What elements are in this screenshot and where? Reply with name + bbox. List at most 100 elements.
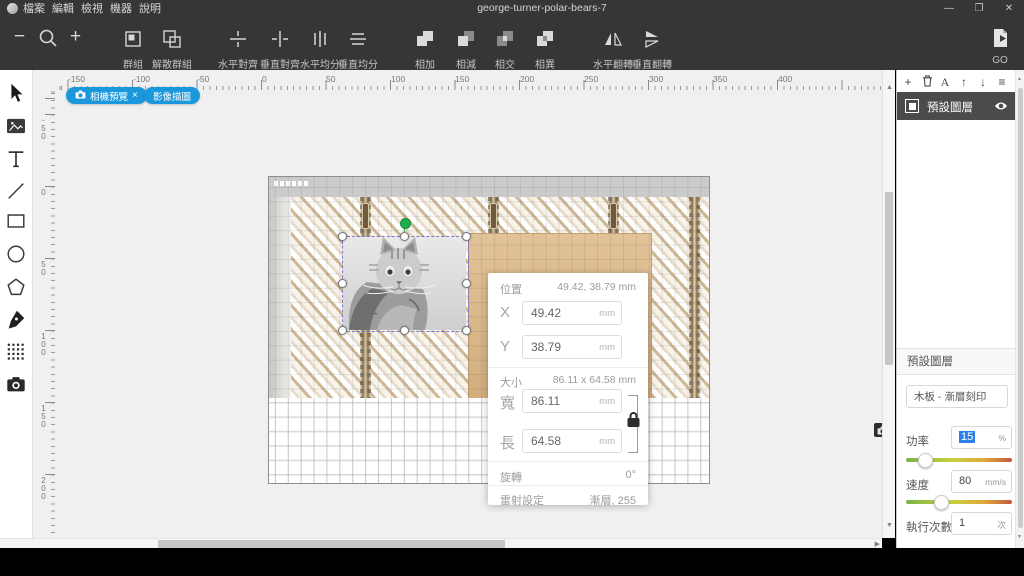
resize-handle-sw[interactable] [338,326,347,335]
power-value: 15 [959,431,975,443]
layer-menu-button[interactable]: ≡ [994,75,1010,89]
speed-input[interactable]: 80 mm/s [951,470,1012,493]
rename-layer-button[interactable]: A [937,75,953,90]
tab-close-icon[interactable]: × [132,90,138,101]
pen-tool[interactable] [5,308,27,330]
y-label: Y [500,338,510,355]
laser-config-value[interactable]: 漸層, 255 [590,492,636,508]
resize-handle-s[interactable] [400,326,409,335]
size-value: 86.11 x 64.58 mm [553,374,636,386]
speed-slider-thumb[interactable] [934,495,949,510]
menu-help[interactable]: 說明 [139,2,161,16]
tab-image-trace[interactable]: 影像描圖 [144,87,200,104]
go-button[interactable]: GO [972,27,1024,66]
vertical-ruler: -50 0 50 100 150 200 [38,90,55,538]
add-layer-button[interactable]: + [900,75,916,89]
zipper-pull [362,203,369,229]
width-input[interactable]: 86.11mm [522,389,622,413]
app-logo-icon[interactable] [7,3,18,14]
close-button[interactable]: ✕ [998,1,1020,17]
height-label: 長 [500,432,515,453]
move-layer-up-button[interactable]: ↑ [956,75,972,89]
horizontal-scroll-thumb[interactable] [158,540,505,548]
material-preset-dropdown[interactable]: 木板 - 漸層刻印 [906,385,1008,408]
ungroup-button[interactable]: 解散群組 [144,28,200,71]
zoom-magnifier-icon[interactable] [37,27,59,54]
panel-scrollbar[interactable]: ▲ ▼ [1015,70,1024,548]
layers-panel: + A ↑ ↓ ≡ 預設圖層 預設圖層 木板 - 漸層刻印 功率 15 % 速度… [896,70,1024,548]
align-vertical-icon [269,28,291,55]
resize-handle-nw[interactable] [338,232,347,241]
scroll-down-icon[interactable]: ▼ [886,522,893,529]
panel-scroll-down-icon[interactable]: ▼ [1017,534,1022,540]
power-input[interactable]: 15 % [951,426,1012,449]
vertical-scroll-thumb[interactable] [885,192,893,365]
titlebar: 檔案 編輯 檢視 機器 說明 george-turner-polar-bears… [0,0,1024,18]
scroll-up-icon[interactable]: ▲ [886,84,893,91]
ellipse-tool[interactable] [5,243,27,265]
flip-horizontal-icon [602,28,624,55]
main-toolbar: − + 縮放 群組 解散群組 水平對齊 垂直對齊 [0,18,1024,70]
minimize-button[interactable]: — [938,1,960,17]
power-slider[interactable] [906,458,1012,462]
maximize-button[interactable]: ❐ [968,1,990,17]
resize-handle-ne[interactable] [462,232,471,241]
rotation-value: 0° [625,469,636,481]
select-tool[interactable] [5,82,27,104]
repeat-input[interactable]: 1 次 [951,512,1012,535]
group-icon [122,28,144,55]
aspect-lock-icon[interactable] [626,411,641,431]
image-tool[interactable] [5,115,27,137]
zipper-strip [689,197,700,398]
y-input[interactable]: 38.79mm [522,335,622,359]
ungroup-icon [161,28,183,55]
resize-handle-w[interactable] [338,279,347,288]
resize-handle-n[interactable] [400,232,409,241]
bed-edge-strip [269,197,291,398]
speed-label: 速度 [906,477,929,493]
scroll-right-icon[interactable]: ▶ [875,540,880,548]
x-label: X [500,304,510,321]
flip-vertical-button[interactable]: 垂直翻轉 [624,28,680,71]
menu-edit[interactable]: 編輯 [52,2,74,16]
resize-handle-e[interactable] [462,279,471,288]
repeat-label: 執行次數 [906,519,952,535]
rotation-handle[interactable] [400,218,411,229]
panel-scroll-up-icon[interactable]: ▲ [1017,76,1022,82]
menu-machine[interactable]: 機器 [110,2,132,16]
laser-config-label: 雷射設定 [500,492,544,508]
delete-layer-button[interactable] [919,75,935,90]
layer-color-checkbox[interactable] [905,99,919,113]
panel-scroll-thumb[interactable] [1018,88,1023,528]
text-tool[interactable] [5,148,27,170]
speed-value: 80 [959,475,971,487]
zoom-in-button[interactable]: + [70,26,81,48]
rectangle-tool[interactable] [5,210,27,232]
size-label: 大小 [500,374,522,390]
canvas-vertical-scrollbar[interactable]: ▲ ▼ [882,70,895,538]
beam-studio-window: 檔案 編輯 檢視 機器 說明 george-turner-polar-bears… [0,0,1024,576]
camera-tool[interactable] [5,373,27,395]
zoom-out-button[interactable]: − [14,26,25,48]
polygon-tool[interactable] [5,276,27,298]
tab-camera-preview[interactable]: 相機預覽 × [66,87,147,104]
selection-bounding-box[interactable] [342,236,469,332]
x-input[interactable]: 49.42mm [522,301,622,325]
layer-visibility-eye-icon[interactable] [994,99,1008,117]
height-input[interactable]: 64.58mm [522,429,622,453]
boolean-difference-button[interactable]: 相異 [517,28,573,71]
boolean-subtract-icon [455,28,477,55]
move-layer-down-button[interactable]: ↓ [975,75,991,89]
menu-file[interactable]: 檔案 [23,2,45,16]
zipper-pull [610,203,617,229]
menu-view[interactable]: 檢視 [81,2,103,16]
distribute-vertical-icon [347,28,369,55]
document-title: george-turner-polar-bears-7 [412,2,672,14]
line-tool[interactable] [5,180,27,202]
layer-row-default[interactable]: 預設圖層 [897,92,1015,120]
resize-handle-se[interactable] [462,326,471,335]
array-grid-tool[interactable] [5,340,27,362]
distribute-vertical-button[interactable]: 垂直均分 [330,28,386,71]
power-slider-thumb[interactable] [918,453,933,468]
speed-slider[interactable] [906,500,1012,504]
